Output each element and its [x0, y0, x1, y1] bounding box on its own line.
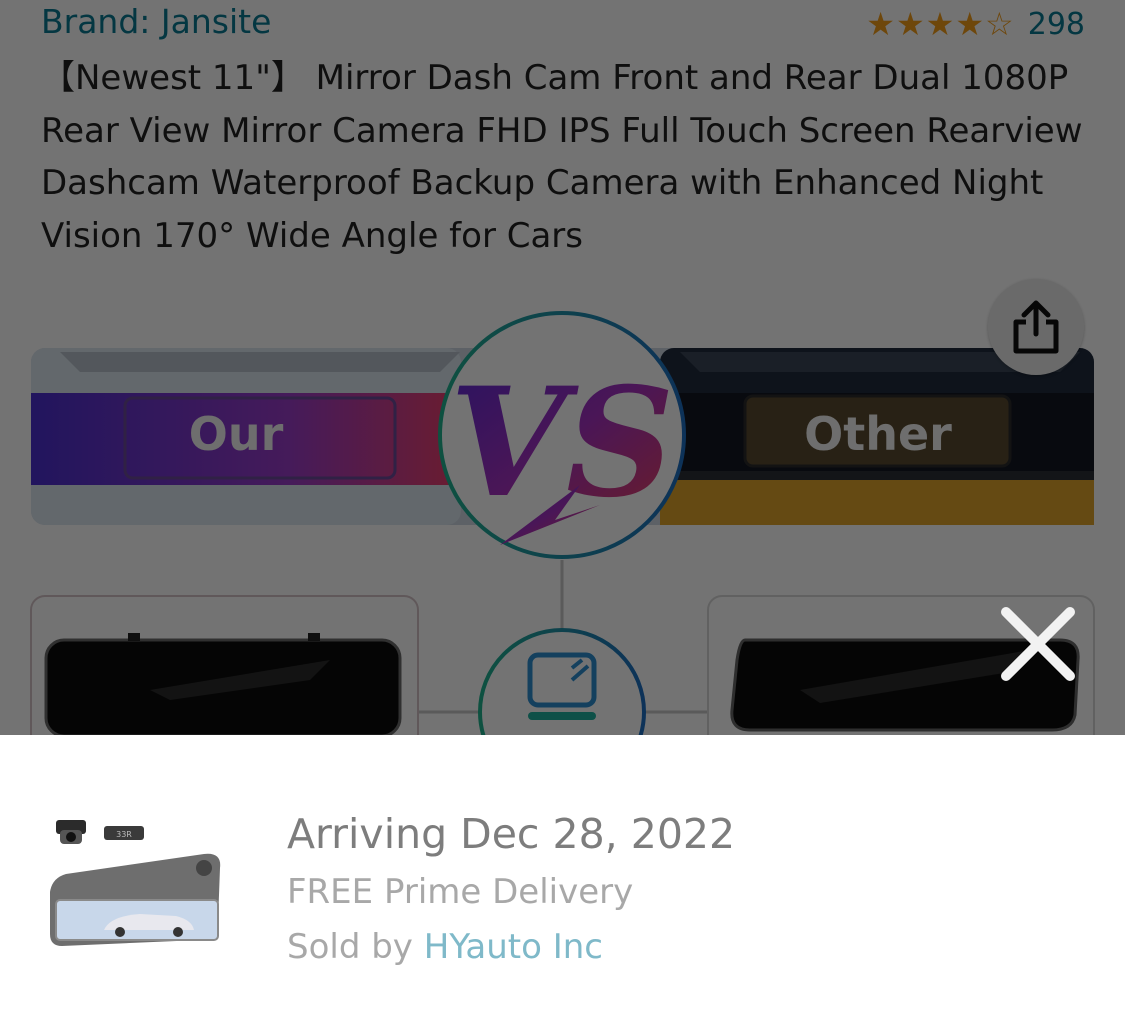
half-star-icon: ☆	[985, 5, 1014, 43]
arrival-date: Arriving Dec 28, 2022	[287, 810, 736, 858]
brand-link[interactable]: Brand: Jansite	[41, 2, 271, 41]
seller-link[interactable]: HYauto Inc	[424, 927, 603, 967]
star-rating: ★ ★ ★ ★ ☆	[866, 4, 1013, 44]
close-button[interactable]	[994, 600, 1082, 688]
svg-text:33R: 33R	[116, 830, 132, 839]
star-icon: ★	[895, 5, 925, 43]
rating-count[interactable]: 298	[1028, 7, 1085, 42]
sold-by: Sold by HYauto Inc	[287, 927, 603, 967]
other-label: Other	[804, 407, 952, 461]
our-label: Our	[189, 407, 284, 461]
product-thumbnail[interactable]: 33R	[44, 812, 228, 972]
shipping-info: FREE Prime Delivery	[287, 872, 634, 912]
share-button[interactable]	[988, 279, 1084, 375]
sold-by-label: Sold by	[287, 927, 413, 967]
share-icon	[1013, 300, 1059, 354]
rating[interactable]: ★ ★ ★ ★ ☆ 298	[866, 4, 1085, 44]
star-icon: ★	[925, 5, 955, 43]
product-image[interactable]: Our Other VS	[0, 290, 1125, 735]
star-icon: ★	[955, 5, 985, 43]
product-page: Brand: Jansite ★ ★ ★ ★ ☆ 298 【Newest 11"…	[0, 0, 1125, 735]
close-icon	[1001, 607, 1075, 681]
star-icon: ★	[866, 5, 895, 43]
product-title: 【Newest 11"】 Mirror Dash Cam Front and R…	[41, 58, 1083, 256]
